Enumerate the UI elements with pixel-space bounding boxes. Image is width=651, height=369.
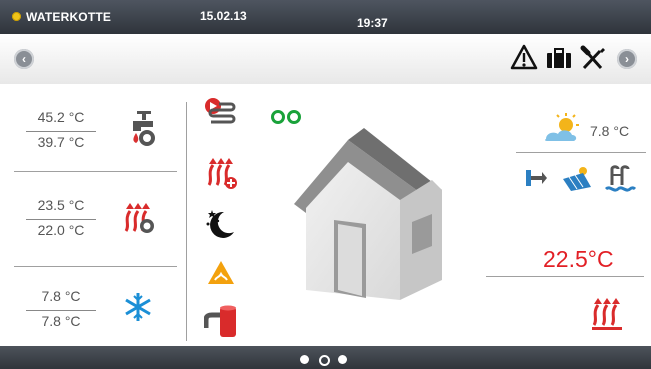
date-display: 15.02.13 bbox=[200, 9, 247, 23]
weather-sun-cloud-icon bbox=[544, 113, 579, 141]
chevron-right-icon: › bbox=[625, 52, 629, 66]
house-illustration bbox=[294, 128, 442, 300]
heating-actual: 23.5 °C bbox=[26, 197, 96, 220]
page-indicator-2[interactable] bbox=[319, 355, 330, 366]
divider bbox=[14, 171, 177, 172]
divider bbox=[516, 152, 646, 153]
night-mode-icon[interactable] bbox=[204, 206, 238, 240]
cooling-temps[interactable]: 7.8 °C 7.8 °C bbox=[26, 288, 96, 329]
defrost-warning-icon[interactable] bbox=[206, 258, 236, 288]
page-indicator-1[interactable] bbox=[300, 355, 309, 364]
time-display: 19:37 bbox=[357, 16, 388, 30]
circulation-pump-icon[interactable] bbox=[203, 96, 237, 126]
cooling-actual: 7.8 °C bbox=[26, 288, 96, 311]
brand-name: WATERKOTTE bbox=[26, 10, 112, 24]
hot-water-setpoint: 39.7 °C bbox=[37, 134, 85, 150]
hot-water-temps[interactable]: 45.2 °C 39.7 °C bbox=[26, 109, 96, 150]
top-status-bar: WATERKOTTE 15.02.13 19:37 bbox=[0, 0, 651, 34]
heating-setpoint: 22.0 °C bbox=[37, 222, 85, 238]
heating-temps[interactable]: 23.5 °C 22.0 °C bbox=[26, 197, 96, 238]
buffer-tank-icon[interactable] bbox=[204, 304, 240, 340]
divider bbox=[486, 276, 644, 277]
heating-boost-icon[interactable] bbox=[205, 155, 239, 191]
warning-icon[interactable] bbox=[510, 43, 538, 73]
pool-icon[interactable] bbox=[604, 163, 636, 193]
back-button[interactable]: ‹ bbox=[14, 49, 34, 69]
divider bbox=[14, 266, 177, 267]
chevron-left-icon: ‹ bbox=[22, 52, 26, 66]
column-divider bbox=[186, 102, 187, 341]
underfloor-heating-icon[interactable] bbox=[590, 295, 624, 333]
room-temperature: 22.5°C bbox=[543, 246, 614, 272]
briefcase-icon[interactable] bbox=[544, 43, 574, 73]
snowflake-icon[interactable] bbox=[122, 291, 154, 323]
tools-icon[interactable] bbox=[579, 43, 607, 73]
heating-icon[interactable] bbox=[120, 197, 158, 237]
page-indicator-3[interactable] bbox=[338, 355, 347, 364]
solar-icon[interactable] bbox=[561, 165, 593, 191]
hot-water-tap-icon[interactable] bbox=[125, 107, 159, 149]
hot-water-actual: 45.2 °C bbox=[26, 109, 96, 132]
forward-button[interactable]: › bbox=[617, 49, 637, 69]
heat-pump-flow-icon[interactable] bbox=[524, 166, 548, 190]
cooling-setpoint: 7.8 °C bbox=[41, 313, 81, 329]
outside-temperature: 7.8 °C bbox=[590, 123, 630, 139]
